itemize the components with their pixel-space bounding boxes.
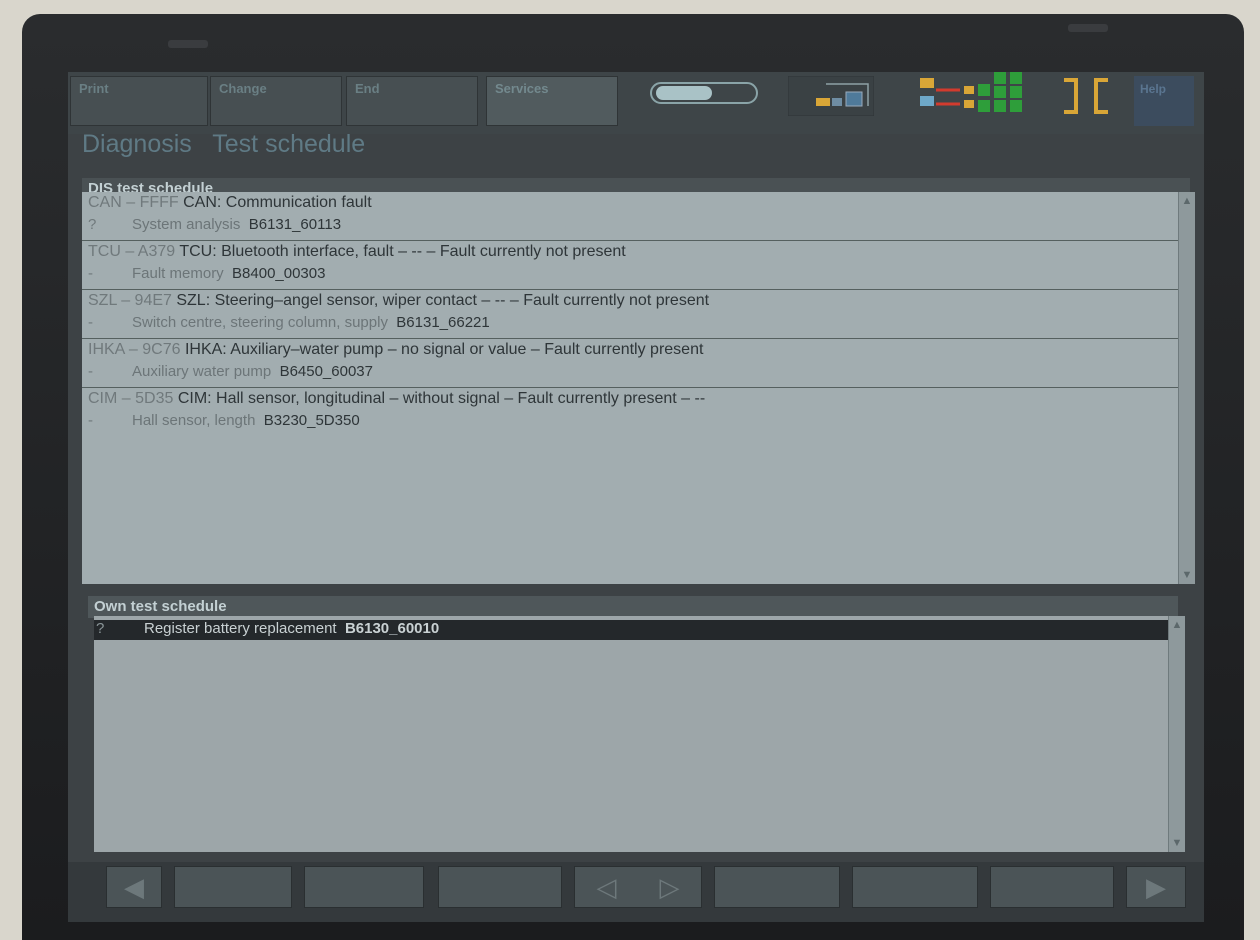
own-schedule-scrollbar[interactable]: ▲ ▼ <box>1168 616 1185 852</box>
title-test-schedule: Test schedule <box>212 130 366 158</box>
fault-text: CAN: Communication fault <box>178 194 372 211</box>
own-schedule-list[interactable]: ? Register battery replacement B6130_6001… <box>94 616 1168 852</box>
fault-ref: B3230_5D350 <box>263 412 360 429</box>
fault-ref: B6131_66221 <box>396 314 490 331</box>
own-schedule-row[interactable]: ? Register battery replacement B6130_6001… <box>94 620 1168 640</box>
fault-code: TCU – A379 <box>88 243 176 260</box>
page-title: Diagnosis Test schedule <box>82 130 379 159</box>
fault-ref: B8400_00303 <box>232 265 326 282</box>
diagnosis-screen: Print Change End Services Help Diagnosis… <box>68 72 1204 922</box>
arrow-right-icon: ▶ <box>1146 872 1166 902</box>
services-menu-button[interactable]: Services <box>486 76 618 126</box>
fault-desc: Fault memory <box>132 265 224 282</box>
bezel-hinge-right <box>1068 24 1108 32</box>
help-button[interactable]: Help <box>1134 76 1194 126</box>
title-diagnosis: Diagnosis <box>82 130 192 158</box>
function-button-6[interactable] <box>990 866 1114 908</box>
fault-text: SZL: Steering–angel sensor, wiper contac… <box>171 292 710 309</box>
fault-code: IHKA – 9C76 <box>88 341 181 358</box>
fault-desc: Auxiliary water pump <box>132 363 272 380</box>
fault-desc: Switch centre, steering column, supply <box>132 314 388 331</box>
scroll-down-icon[interactable]: ▼ <box>1170 836 1184 850</box>
row-prefix: - <box>88 265 93 282</box>
fault-row[interactable]: SZL – 94E7 SZL: Steering–angel sensor, w… <box>82 290 1178 339</box>
row-prefix: - <box>88 363 93 380</box>
own-row-desc: Register battery replacement <box>144 620 337 637</box>
bottom-nav-bar: ◀ ◁ ▷ ▶ <box>68 862 1204 922</box>
fault-text: CIM: Hall sensor, longitudinal – without… <box>173 390 706 407</box>
scroll-down-icon[interactable]: ▼ <box>1180 568 1194 582</box>
fault-ref: B6450_60037 <box>279 363 373 380</box>
connection-icon[interactable] <box>787 75 875 117</box>
scroll-up-icon[interactable]: ▲ <box>1180 194 1194 208</box>
fault-code: CAN – FFFF <box>88 194 179 211</box>
function-button-2[interactable] <box>304 866 424 908</box>
row-prefix: ? <box>88 216 97 233</box>
fault-text: TCU: Bluetooth interface, fault – -- – F… <box>175 243 626 260</box>
scroll-up-icon[interactable]: ▲ <box>1170 618 1184 632</box>
dis-schedule-scrollbar[interactable]: ▲ ▼ <box>1178 192 1195 584</box>
prev-next-button[interactable]: ◁ ▷ <box>574 866 702 908</box>
fault-row[interactable]: TCU – A379 TCU: Bluetooth interface, fau… <box>82 241 1178 290</box>
battery-signal-icon <box>916 72 1046 120</box>
top-menu-bar: Print Change End Services Help <box>68 72 1204 134</box>
own-schedule-header: Own test schedule <box>88 596 1178 618</box>
row-prefix: - <box>88 412 93 429</box>
fault-code: SZL – 94E7 <box>88 292 172 309</box>
arrow-left-icon: ◀ <box>124 872 144 902</box>
arrow-next-icon[interactable]: ▷ <box>660 867 680 907</box>
fault-row[interactable]: CAN – FFFF CAN: Communication fault ? Sys… <box>82 192 1178 241</box>
fault-row[interactable]: CIM – 5D35 CIM: Hall sensor, longitudina… <box>82 388 1178 437</box>
bracket-status-icon <box>1058 74 1128 118</box>
function-button-1[interactable] <box>174 866 292 908</box>
fault-ref: B6131_60113 <box>248 216 342 233</box>
end-menu-button[interactable]: End <box>346 76 478 126</box>
arrow-prev-icon[interactable]: ◁ <box>597 867 617 907</box>
fault-row[interactable]: IHKA – 9C76 IHKA: Auxiliary–water pump –… <box>82 339 1178 388</box>
page-left-button[interactable]: ◀ <box>106 866 162 908</box>
dis-schedule-list[interactable]: CAN – FFFF CAN: Communication fault ? Sys… <box>82 192 1178 584</box>
fault-desc: System analysis <box>132 216 241 233</box>
function-button-4[interactable] <box>714 866 840 908</box>
bezel-hinge-left <box>168 40 208 48</box>
mode-toggle[interactable] <box>650 82 758 104</box>
print-menu-button[interactable]: Print <box>70 76 208 126</box>
row-prefix: - <box>88 314 93 331</box>
fault-text: IHKA: Auxiliary–water pump – no signal o… <box>180 341 704 358</box>
mode-toggle-knob <box>656 86 712 100</box>
row-prefix: ? <box>96 620 105 637</box>
function-button-5[interactable] <box>852 866 978 908</box>
function-button-3[interactable] <box>438 866 562 908</box>
page-right-button[interactable]: ▶ <box>1126 866 1186 908</box>
fault-code: CIM – 5D35 <box>88 390 174 407</box>
change-menu-button[interactable]: Change <box>210 76 342 126</box>
fault-desc: Hall sensor, length <box>132 412 256 429</box>
own-row-ref: B6130_60010 <box>344 620 440 637</box>
